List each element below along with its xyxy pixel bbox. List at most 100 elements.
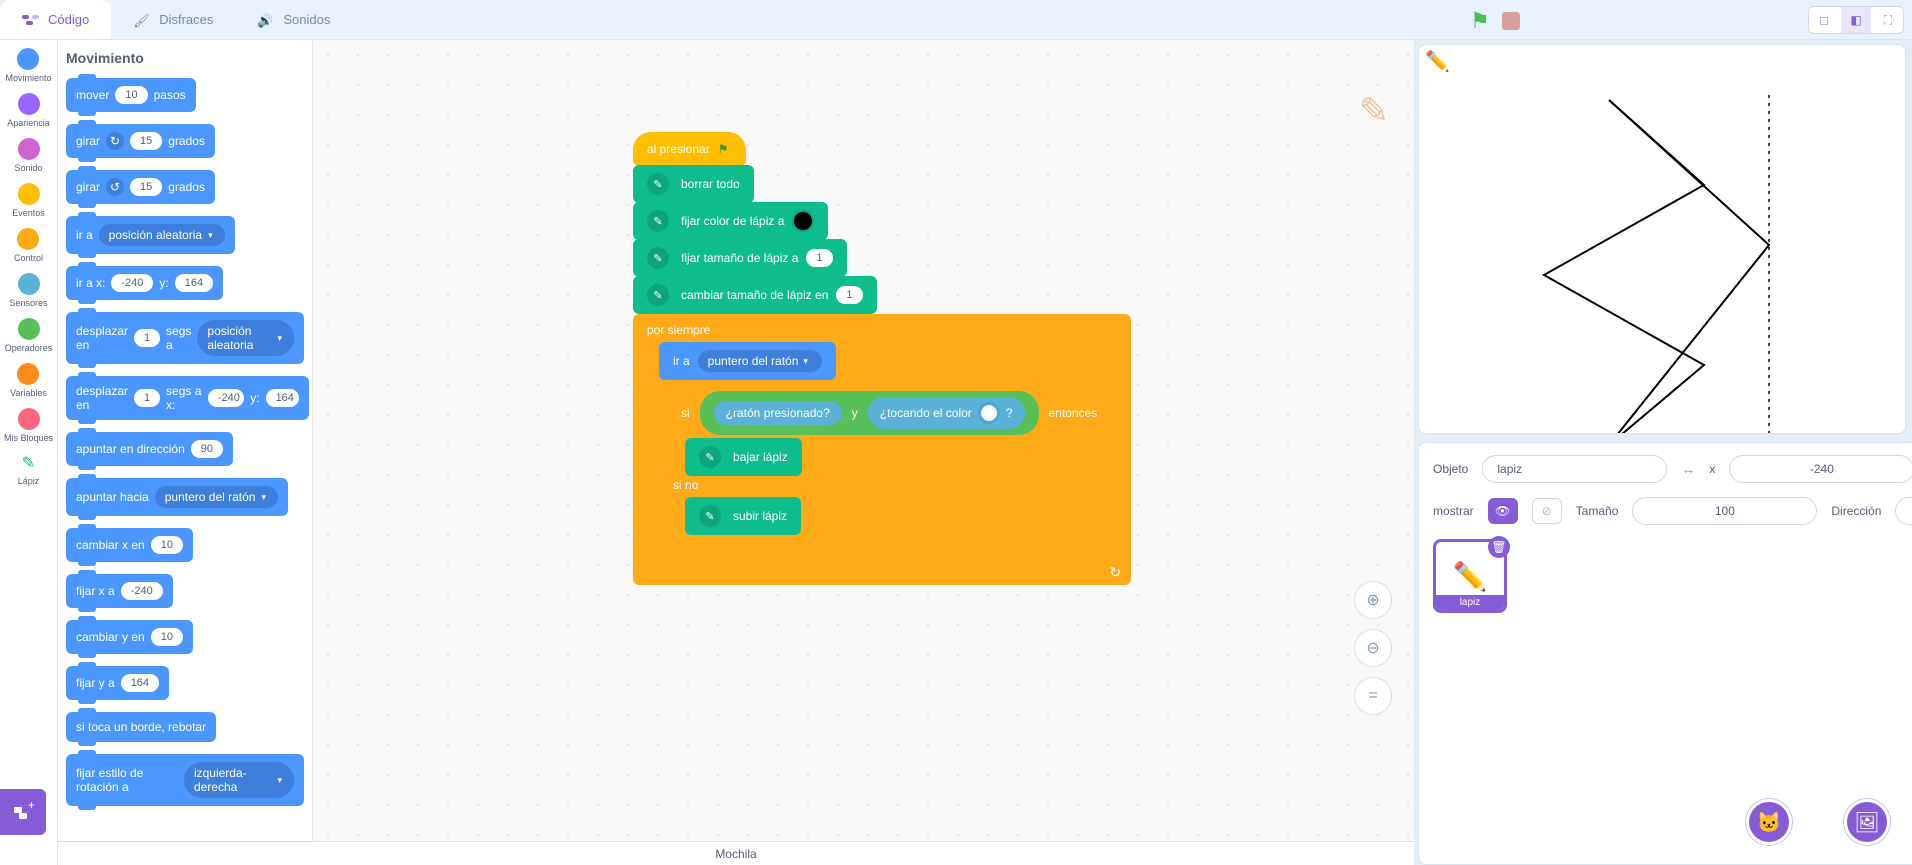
block-pen-down[interactable]: ✎bajar lápiz [685,438,802,476]
sprite-tile[interactable]: 🗑 ✏️ lapiz [1433,539,1507,613]
green-flag-icon[interactable]: ⚑ [1470,8,1490,34]
block-rotation-style[interactable]: fijar estilo de rotación a izquierda-der… [66,754,304,806]
sensing-touching-color[interactable]: ¿tocando el color ? [868,397,1025,429]
category-lápiz[interactable]: ✎Lápiz [18,453,40,486]
pen-icon: ✎ [647,210,669,232]
category-dot [18,138,40,160]
category-dot [18,273,40,295]
sprite-name-input[interactable] [1482,455,1667,483]
block-point-towards[interactable]: apuntar hacia puntero del ratón [66,478,288,516]
tab-code[interactable]: Código [0,0,111,39]
block-forever[interactable]: por siempre ir a puntero del ratón si ¿r… [633,314,1131,585]
block-point-direction[interactable]: apuntar en dirección 90 [66,432,233,466]
category-operadores[interactable]: Operadores [5,318,53,353]
block-erase-all[interactable]: ✎borrar todo [633,165,754,203]
block-set-x[interactable]: fijar x a -240 [66,574,173,608]
fullscreen-button[interactable]: ⛶ [1873,7,1903,33]
block-bounce[interactable]: si toca un borde, rebotar [66,712,216,742]
point-dropdown[interactable]: puntero del ratón [155,486,278,508]
color-swatch[interactable] [792,210,814,232]
backpack-bar[interactable]: Mochila [58,841,1414,865]
category-dot [18,318,40,340]
category-dot [17,228,39,250]
block-change-x[interactable]: cambiar x en 10 [66,528,193,562]
block-glide-xy[interactable]: desplazar en 1 segs a x: -240 y: 164 [66,376,309,420]
stop-icon[interactable] [1502,12,1520,30]
sensing-mouse-down[interactable]: ¿ratón presionado? [714,401,842,425]
zoom-in-button[interactable]: ⊕ [1354,581,1392,619]
small-stage-button[interactable]: ◻ [1809,7,1839,33]
block-change-pen-size[interactable]: ✎cambiar tamaño de lápiz en1 [633,276,877,314]
pen-icon: ✎ [699,446,721,468]
category-movimiento[interactable]: Movimiento [5,48,51,83]
add-extension-button[interactable]: + [0,789,46,835]
blocks-palette[interactable]: Movimiento mover 10 pasos girar ↻ 15 gra… [58,40,313,865]
glide-dropdown[interactable]: posición aleatoria [197,320,294,356]
scripts-workspace[interactable]: ✎ al presionar ⚑ ✎borrar todo ✎fijar col… [313,40,1414,865]
category-variables[interactable]: Variables [10,363,47,398]
zoom-reset-button[interactable]: = [1354,677,1392,715]
operator-and[interactable]: ¿ratón presionado? y ¿tocando el color ? [700,391,1039,435]
pencil-thumb-icon: ✏️ [1453,560,1488,593]
category-label: Lápiz [18,476,40,486]
green-flag-icon: ⚑ [718,142,729,156]
block-set-pen-size[interactable]: ✎fijar tamaño de lápiz a1 [633,239,847,277]
sound-icon: 🔊 [257,13,275,27]
rotate-cw-icon: ↻ [106,132,124,150]
hat-when-flag[interactable]: al presionar ⚑ [633,132,746,166]
sprite-size-input[interactable] [1632,497,1817,525]
category-mis-bloques[interactable]: Mis Bloques [4,408,53,443]
category-control[interactable]: Control [14,228,43,263]
block-goto-mouse[interactable]: ir a puntero del ratón [659,342,836,380]
block-move-steps[interactable]: mover 10 pasos [66,78,196,112]
block-glide-to[interactable]: desplazar en 1 segs a posición aleatoria [66,312,304,364]
brush-icon: 🖌 [133,13,151,27]
category-dot [18,183,40,205]
sprite-x-input[interactable] [1729,455,1912,483]
block-goto-xy[interactable]: ir a x: -240 y: 164 [66,266,223,300]
direction-label: Dirección [1831,504,1881,518]
pen-icon: ✎ [647,247,669,269]
tab-costumes-label: Disfraces [159,12,213,27]
category-sensores[interactable]: Sensores [9,273,47,308]
pen-icon: ✎ [647,173,669,195]
stage-drawing [1419,45,1906,434]
block-set-pen-color[interactable]: ✎fijar color de lápiz a [633,202,828,240]
category-eventos[interactable]: Eventos [12,183,45,218]
large-stage-button[interactable]: ◧ [1841,7,1871,33]
object-label: Objeto [1433,462,1468,476]
color-swatch[interactable] [978,402,1000,424]
sprite-direction-input[interactable] [1895,497,1912,525]
script-stack[interactable]: al presionar ⚑ ✎borrar todo ✎fijar color… [633,132,1131,585]
goto-dropdown[interactable]: posición aleatoria [99,224,225,246]
zoom-out-button[interactable]: ⊖ [1354,629,1392,667]
category-dot [17,48,39,70]
goto-mouse-dropdown[interactable]: puntero del ratón [698,350,822,372]
category-label: Control [14,253,43,263]
tab-sounds[interactable]: 🔊 Sonidos [235,0,352,39]
loop-arrow-icon: ↻ [1109,564,1121,581]
category-dot [18,408,40,430]
category-label: Sensores [9,298,47,308]
add-sprite-button[interactable]: 🐱 [1746,799,1792,845]
add-backdrop-button[interactable]: 🖼 [1844,799,1890,845]
category-sonido[interactable]: Sonido [14,138,42,173]
tab-costumes[interactable]: 🖌 Disfraces [111,0,235,39]
block-turn-cw[interactable]: girar ↻ 15 grados [66,124,215,158]
block-change-y[interactable]: cambiar y en 10 [66,620,193,654]
stage[interactable]: ✏️ [1418,44,1906,434]
category-dot [18,93,40,115]
sprite-info-panel: Objeto ↔ x ↕ y mostrar 👁 ⊘ Tamaño Direcc… [1418,442,1912,865]
delete-sprite-button[interactable]: 🗑 [1488,536,1510,558]
block-set-y[interactable]: fijar y a 164 [66,666,169,700]
show-sprite-button[interactable]: 👁 [1488,498,1518,524]
rotstyle-dropdown[interactable]: izquierda-derecha [184,762,294,798]
category-apariencia[interactable]: Apariencia [7,93,50,128]
block-pen-up[interactable]: ✎subir lápiz [685,497,801,535]
category-label: Apariencia [7,118,50,128]
block-turn-ccw[interactable]: girar ↺ 15 grados [66,170,215,204]
hide-sprite-button[interactable]: ⊘ [1532,498,1562,524]
block-if-else[interactable]: si ¿ratón presionado? y ¿tocando el colo… [659,380,1119,560]
stage-run-controls: ⚑ [1470,8,1520,34]
block-goto[interactable]: ir a posición aleatoria [66,216,235,254]
